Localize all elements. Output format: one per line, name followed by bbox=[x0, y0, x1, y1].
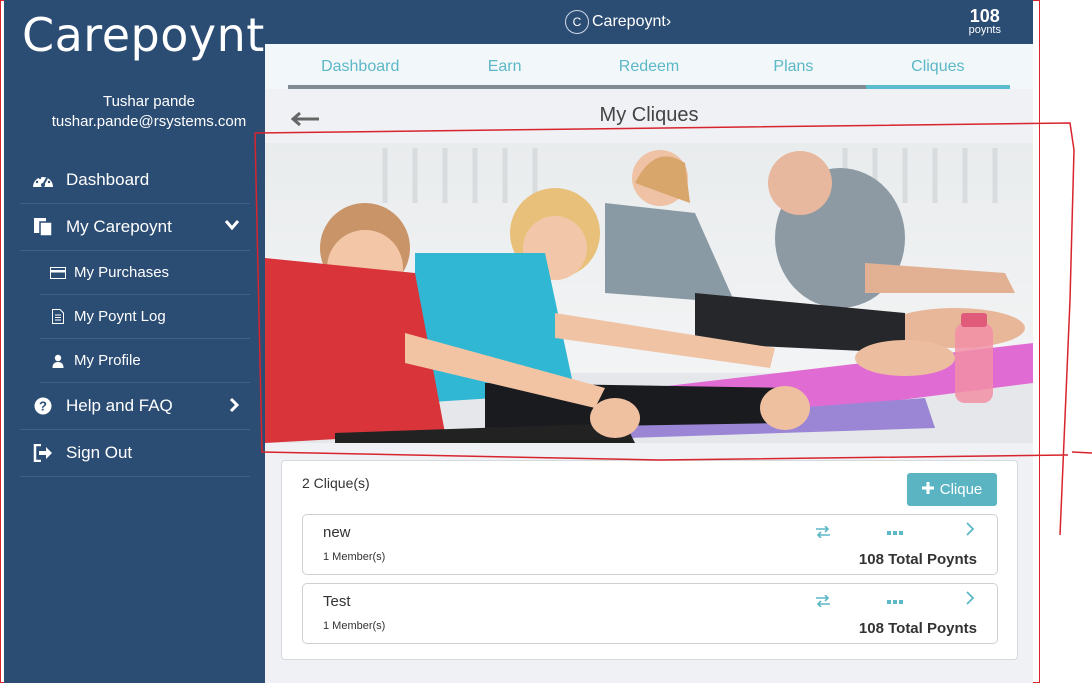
sidebar-item-label: My Profile bbox=[74, 352, 141, 369]
clique-members: 1 Member(s) bbox=[323, 620, 386, 632]
svg-text:?: ? bbox=[39, 399, 47, 414]
tab-plans[interactable]: Plans bbox=[721, 44, 865, 85]
chevron-right-icon[interactable] bbox=[965, 590, 975, 611]
sidebar-item-label: My Carepoynt bbox=[66, 217, 172, 236]
clique-name: new bbox=[323, 524, 351, 541]
cliques-card: 2 Clique(s) Clique new 1 Member(s) 108 T… bbox=[281, 460, 1018, 660]
main-content: My Cliques 2 Clique(s) Clique new 1 Memb… bbox=[265, 89, 1033, 683]
sidebar-item-label: My Purchases bbox=[74, 264, 170, 281]
header-logo[interactable]: C Carepoynt› bbox=[565, 10, 671, 34]
file-icon bbox=[50, 309, 66, 325]
points-label: poynts bbox=[968, 24, 1001, 36]
sidebar-item-label: My Poynt Log bbox=[74, 308, 166, 325]
clique-total-poynts: 108 Total Poynts bbox=[858, 620, 977, 637]
tab-cliques[interactable]: Cliques bbox=[865, 44, 1011, 89]
credit-card-icon bbox=[50, 265, 66, 281]
sidebar-nav: Dashboard My Carepoynt My Purchases My P… bbox=[20, 157, 250, 477]
transfer-icon[interactable] bbox=[815, 594, 831, 610]
more-options-icon[interactable] bbox=[887, 592, 903, 608]
dashboard-icon bbox=[32, 170, 54, 190]
plus-icon bbox=[921, 481, 934, 498]
points-value: 108 bbox=[969, 6, 1000, 26]
clique-count: 2 Clique(s) bbox=[302, 475, 370, 491]
sidebar-item-help-and-faq[interactable]: ? Help and FAQ bbox=[20, 383, 250, 430]
clique-row[interactable]: new 1 Member(s) 108 Total Poynts bbox=[302, 514, 998, 575]
add-clique-label: Clique bbox=[939, 481, 983, 498]
hero-image bbox=[265, 143, 1033, 443]
user-icon bbox=[50, 353, 66, 369]
top-bar: C Carepoynt› 108 poynts bbox=[265, 0, 1033, 44]
tab-earn[interactable]: Earn bbox=[432, 44, 576, 85]
brand-logo[interactable]: Carepoynt› bbox=[22, 8, 284, 62]
clique-row[interactable]: Test 1 Member(s) 108 Total Poynts bbox=[302, 583, 998, 644]
points-balance: 108 poynts bbox=[969, 7, 1001, 36]
sidebar: Carepoynt› Tushar pande tushar.pande@rsy… bbox=[4, 0, 283, 683]
chevron-down-icon[interactable] bbox=[224, 218, 240, 236]
sidebar-item-my-profile[interactable]: My Profile bbox=[40, 339, 250, 383]
clique-name: Test bbox=[323, 593, 351, 610]
user-name: Tushar pande bbox=[102, 93, 195, 110]
user-email: tushar.pande@rsystems.com bbox=[51, 113, 247, 130]
page-title: My Cliques bbox=[599, 104, 699, 126]
header-logo-text: Carepoynt› bbox=[592, 13, 672, 30]
tab-redeem[interactable]: Redeem bbox=[577, 44, 721, 85]
documents-icon bbox=[32, 217, 54, 237]
add-clique-button[interactable]: Clique bbox=[907, 473, 997, 506]
sidebar-item-label: Help and FAQ bbox=[66, 396, 173, 415]
more-options-icon[interactable] bbox=[887, 523, 903, 539]
sign-out-icon bbox=[32, 443, 54, 463]
sidebar-item-sign-out[interactable]: Sign Out bbox=[20, 430, 250, 477]
chevron-right-icon[interactable] bbox=[965, 521, 975, 542]
sidebar-item-my-poynt-log[interactable]: My Poynt Log bbox=[40, 295, 250, 339]
clique-total-poynts: 108 Total Poynts bbox=[858, 551, 977, 568]
question-circle-icon: ? bbox=[32, 396, 54, 416]
sidebar-item-my-carepoynt[interactable]: My Carepoynt bbox=[20, 204, 250, 251]
sidebar-item-dashboard[interactable]: Dashboard bbox=[20, 157, 250, 204]
sidebar-item-label: Dashboard bbox=[66, 170, 150, 189]
sidebar-item-my-purchases[interactable]: My Purchases bbox=[40, 251, 250, 295]
chevron-right-icon[interactable] bbox=[228, 397, 240, 418]
transfer-icon[interactable] bbox=[815, 525, 831, 541]
sidebar-item-label: Sign Out bbox=[66, 443, 133, 462]
clique-members: 1 Member(s) bbox=[323, 551, 386, 563]
tab-dashboard[interactable]: Dashboard bbox=[288, 44, 432, 85]
tab-bar: Dashboard Earn Redeem Plans Cliques bbox=[265, 44, 1033, 89]
carepoynt-logo-icon: C bbox=[565, 10, 589, 34]
